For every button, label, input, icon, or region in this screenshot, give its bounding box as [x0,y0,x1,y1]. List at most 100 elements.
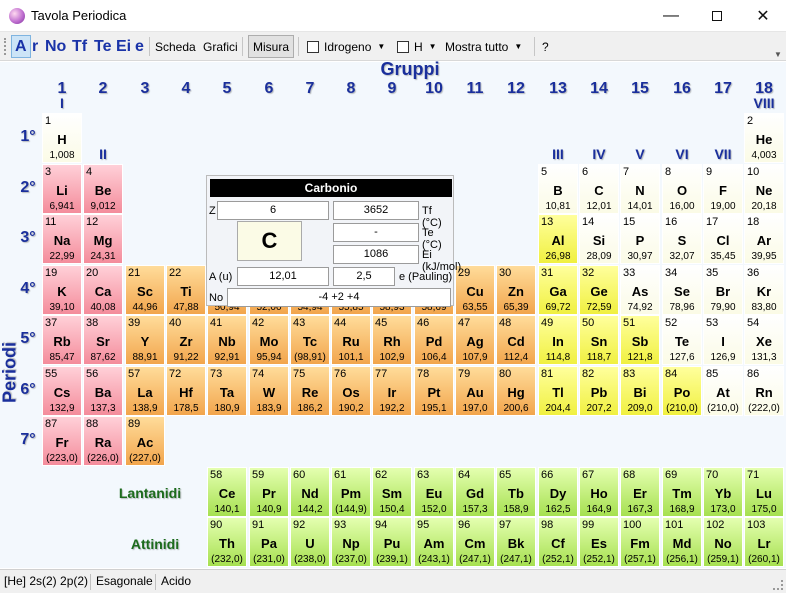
element-cell-np[interactable]: 93 Np (237,0) [331,517,371,567]
element-cell-md[interactable]: 101 Md (256,1) [662,517,702,567]
element-cell-pt[interactable]: 78 Pt 195,1 [414,366,454,416]
element-cell-ca[interactable]: 20 Ca 40,08 [83,265,123,315]
element-cell-sn[interactable]: 50 Sn 118,7 [579,315,619,365]
element-cell-dy[interactable]: 66 Dy 162,5 [538,467,578,517]
element-cell-pu[interactable]: 94 Pu (239,1) [372,517,412,567]
element-cell-tl[interactable]: 81 Tl 204,4 [538,366,578,416]
element-cell-si[interactable]: 14 Si 28,09 [579,214,619,264]
resize-grip[interactable] [773,580,783,590]
element-cell-br[interactable]: 35 Br 79,90 [703,265,743,315]
show-dropdown[interactable]: Mostra tutto ▼ [442,35,525,58]
element-cell-yb[interactable]: 70 Yb 173,0 [703,467,743,517]
toolbar-overflow-icon[interactable]: ▼ [774,50,782,59]
element-cell-zr[interactable]: 40 Zr 91,22 [166,315,206,365]
element-cell-ac[interactable]: 89 Ac (227,0) [125,416,165,466]
element-cell-s[interactable]: 16 S 32,07 [662,214,702,264]
element-cell-f[interactable]: 9 F 19,00 [703,164,743,214]
element-cell-cl[interactable]: 17 Cl 35,45 [703,214,743,264]
element-cell-sm[interactable]: 62 Sm 150,4 [372,467,412,517]
element-cell-ir[interactable]: 77 Ir 192,2 [372,366,412,416]
element-cell-th[interactable]: 90 Th (232,0) [207,517,247,567]
font-no-button[interactable]: No [42,35,69,58]
element-cell-rh[interactable]: 45 Rh 102,9 [372,315,412,365]
element-cell-kr[interactable]: 36 Kr 83,80 [744,265,784,315]
element-cell-he[interactable]: 2 He 4,003 [744,113,784,163]
element-cell-ho[interactable]: 67 Ho 164,9 [579,467,619,517]
element-cell-rn[interactable]: 86 Rn (222,0) [744,366,784,416]
font-e-button[interactable]: e [132,35,147,58]
element-cell-cs[interactable]: 55 Cs 132,9 [42,366,82,416]
element-cell-pa[interactable]: 91 Pa (231,0) [249,517,289,567]
element-cell-lu[interactable]: 71 Lu 175,0 [744,467,784,517]
element-cell-pb[interactable]: 82 Pb 207,2 [579,366,619,416]
element-cell-y[interactable]: 39 Y 88,91 [125,315,165,365]
help-button[interactable]: ? [539,35,552,58]
font-r-button[interactable]: r [29,35,41,58]
element-cell-fr[interactable]: 87 Fr (223,0) [42,416,82,466]
element-cell-u[interactable]: 92 U (238,0) [290,517,330,567]
element-cell-hg[interactable]: 80 Hg 200,6 [496,366,536,416]
element-cell-ne[interactable]: 10 Ne 20,18 [744,164,784,214]
element-cell-ge[interactable]: 32 Ge 72,59 [579,265,619,315]
element-cell-cm[interactable]: 96 Cm (247,1) [455,517,495,567]
element-dropdown[interactable]: Idrogeno ▼ [304,35,388,58]
element-cell-re[interactable]: 75 Re 186,2 [290,366,330,416]
element-cell-cd[interactable]: 48 Cd 112,4 [496,315,536,365]
element-cell-sc[interactable]: 21 Sc 44,96 [125,265,165,315]
element-cell-tb[interactable]: 65 Tb 158,9 [496,467,536,517]
symbol-dropdown[interactable]: H ▼ [394,35,440,58]
element-cell-be[interactable]: 4 Be 9,012 [83,164,123,214]
element-cell-bi[interactable]: 83 Bi 209,0 [620,366,660,416]
element-cell-er[interactable]: 68 Er 167,3 [620,467,660,517]
element-cell-tm[interactable]: 69 Tm 168,9 [662,467,702,517]
scheda-button[interactable]: Scheda [152,35,199,58]
grafici-button[interactable]: Grafici [200,35,241,58]
font-a-button[interactable]: A [11,35,31,58]
element-cell-fm[interactable]: 100 Fm (257,1) [620,517,660,567]
element-cell-tc[interactable]: 43 Tc (98,91) [290,315,330,365]
misura-button[interactable]: Misura [248,35,295,58]
element-cell-bk[interactable]: 97 Bk (247,1) [496,517,536,567]
element-cell-te[interactable]: 52 Te 127,6 [662,315,702,365]
element-cell-po[interactable]: 84 Po (210,0) [662,366,702,416]
element-cell-cf[interactable]: 98 Cf (252,1) [538,517,578,567]
close-button[interactable]: ✕ [740,0,786,31]
element-cell-pd[interactable]: 46 Pd 106,4 [414,315,454,365]
element-cell-o[interactable]: 8 O 16,00 [662,164,702,214]
element-cell-k[interactable]: 19 K 39,10 [42,265,82,315]
element-cell-la[interactable]: 57 La 138,9 [125,366,165,416]
font-tf-button[interactable]: Tf [69,35,90,58]
element-cell-gd[interactable]: 64 Gd 157,3 [455,467,495,517]
element-cell-xe[interactable]: 54 Xe 131,3 [744,315,784,365]
element-cell-au[interactable]: 79 Au 197,0 [455,366,495,416]
element-cell-ru[interactable]: 44 Ru 101,1 [331,315,371,365]
element-cell-as[interactable]: 33 As 74,92 [620,265,660,315]
element-cell-ag[interactable]: 47 Ag 107,9 [455,315,495,365]
element-cell-ta[interactable]: 73 Ta 180,9 [207,366,247,416]
element-cell-eu[interactable]: 63 Eu 152,0 [414,467,454,517]
element-cell-ba[interactable]: 56 Ba 137,3 [83,366,123,416]
element-cell-sb[interactable]: 51 Sb 121,8 [620,315,660,365]
maximize-button[interactable] [694,0,740,31]
element-cell-am[interactable]: 95 Am (243,1) [414,517,454,567]
element-cell-al[interactable]: 13 Al 26,98 [538,214,578,264]
element-cell-p[interactable]: 15 P 30,97 [620,214,660,264]
element-cell-h[interactable]: 1 H 1,008 [42,113,82,163]
element-cell-mg[interactable]: 12 Mg 24,31 [83,214,123,264]
element-cell-rb[interactable]: 37 Rb 85,47 [42,315,82,365]
element-cell-at[interactable]: 85 At (210,0) [703,366,743,416]
element-cell-pr[interactable]: 59 Pr 140,9 [249,467,289,517]
element-cell-na[interactable]: 11 Na 22,99 [42,214,82,264]
element-cell-hf[interactable]: 72 Hf 178,5 [166,366,206,416]
element-cell-li[interactable]: 3 Li 6,941 [42,164,82,214]
element-cell-nd[interactable]: 60 Nd 144,2 [290,467,330,517]
element-cell-ti[interactable]: 22 Ti 47,88 [166,265,206,315]
element-cell-mo[interactable]: 42 Mo 95,94 [249,315,289,365]
element-cell-ce[interactable]: 58 Ce 140,1 [207,467,247,517]
element-cell-se[interactable]: 34 Se 78,96 [662,265,702,315]
element-cell-nb[interactable]: 41 Nb 92,91 [207,315,247,365]
element-cell-os[interactable]: 76 Os 190,2 [331,366,371,416]
element-cell-es[interactable]: 99 Es (252,1) [579,517,619,567]
font-ei-button[interactable]: Ei [113,35,134,58]
element-cell-pm[interactable]: 61 Pm (144,9) [331,467,371,517]
